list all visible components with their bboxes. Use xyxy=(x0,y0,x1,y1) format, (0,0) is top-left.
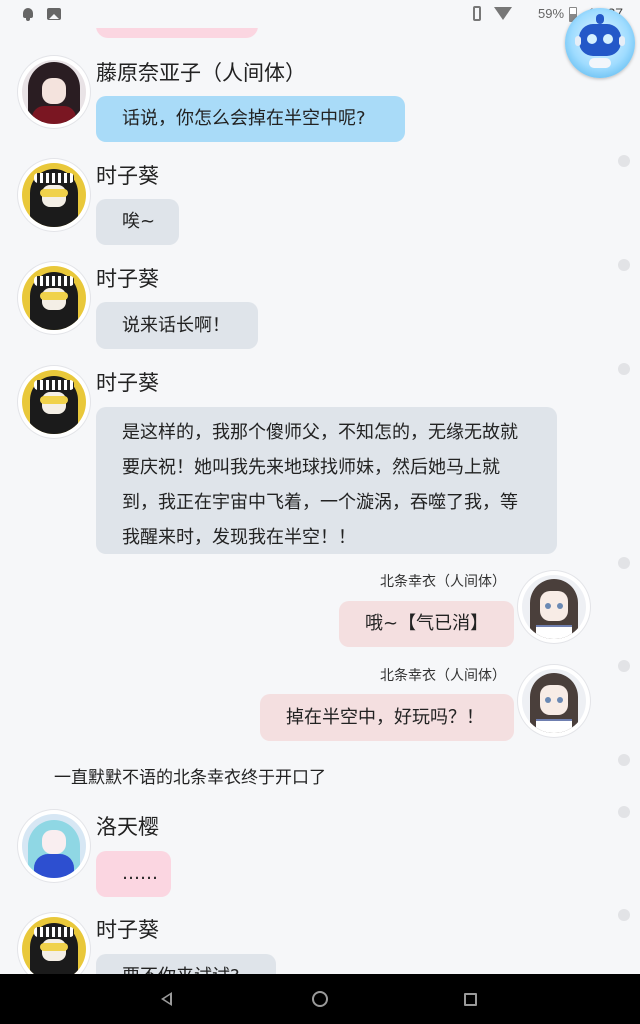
message-line: 要庆祝！她叫我先来地球找师妹，然后她马上就 xyxy=(122,457,500,478)
vibrate-icon xyxy=(468,5,486,23)
message-bubble[interactable]: 话说，你怎么会掉在半空中呢? xyxy=(96,96,405,142)
sender-name: 洛天樱 xyxy=(96,815,159,839)
sender-name: 时子葵 xyxy=(96,371,159,395)
back-icon[interactable] xyxy=(156,987,180,1011)
sender-name: 时子葵 xyxy=(96,164,159,188)
scroll-indicator xyxy=(618,660,630,672)
wifi-icon xyxy=(494,5,512,23)
scroll-indicator xyxy=(618,754,630,766)
avatar[interactable] xyxy=(518,665,590,737)
sender-name: 北条幸衣（人间体） xyxy=(380,668,506,684)
scroll-indicator xyxy=(618,155,630,167)
sender-name: 时子葵 xyxy=(96,267,159,291)
avatar[interactable] xyxy=(18,159,90,231)
message-bubble[interactable]: 唉~ xyxy=(96,199,179,245)
message-line: 到，我正在宇宙中飞着，一个漩涡，吞噬了我，等 xyxy=(122,492,518,513)
message-bubble[interactable]: 是这样的，我那个傻师父，不知怎的，无缘无故就 要庆祝！她叫我先来地球找师妹，然后… xyxy=(96,407,557,554)
message-line: 我醒来时，发现我在半空！！ xyxy=(122,527,356,548)
avatar[interactable] xyxy=(18,810,90,882)
image-icon xyxy=(46,6,62,22)
sender-name: 藤原奈亚子（人间体） xyxy=(96,61,306,85)
avatar[interactable] xyxy=(18,56,90,128)
scroll-indicator xyxy=(618,909,630,921)
avatar[interactable] xyxy=(18,913,90,974)
scroll-indicator xyxy=(618,259,630,271)
navigation-bar xyxy=(0,974,640,1024)
message-line: 是这样的，我那个傻师父，不知怎的，无缘无故就 xyxy=(122,422,518,443)
battery-percent: 59% xyxy=(538,6,565,21)
message-bubble[interactable]: 要不你来试试? xyxy=(96,954,276,974)
message-bubble[interactable]: …… xyxy=(96,851,171,897)
narration-text: 一直默默不语的北条幸衣终于开口了 xyxy=(54,768,326,788)
scroll-indicator xyxy=(618,557,630,569)
message-bubble[interactable]: 掉在半空中，好玩吗？！ xyxy=(260,694,514,741)
avatar[interactable] xyxy=(18,262,90,334)
avatar[interactable] xyxy=(518,571,590,643)
status-bar: 59% 13:27 xyxy=(0,0,640,28)
scroll-indicator xyxy=(618,806,630,818)
avatar[interactable] xyxy=(18,366,90,438)
chat-list[interactable]: 藤原奈亚子（人间体） 话说，你怎么会掉在半空中呢? 时子葵 唉~ 时子葵 说来话… xyxy=(0,0,640,974)
message-bubble[interactable]: 说来话长啊！ xyxy=(96,302,258,349)
robot-assistant-icon[interactable] xyxy=(565,8,635,78)
scroll-indicator xyxy=(618,363,630,375)
home-icon[interactable] xyxy=(308,987,332,1011)
sender-name: 北条幸衣（人间体） xyxy=(380,574,506,590)
notification-bell-icon xyxy=(20,6,36,22)
message-bubble[interactable]: 哦~【气已消】 xyxy=(339,601,514,647)
recent-apps-icon[interactable] xyxy=(458,987,482,1011)
sender-name: 时子葵 xyxy=(96,918,159,942)
